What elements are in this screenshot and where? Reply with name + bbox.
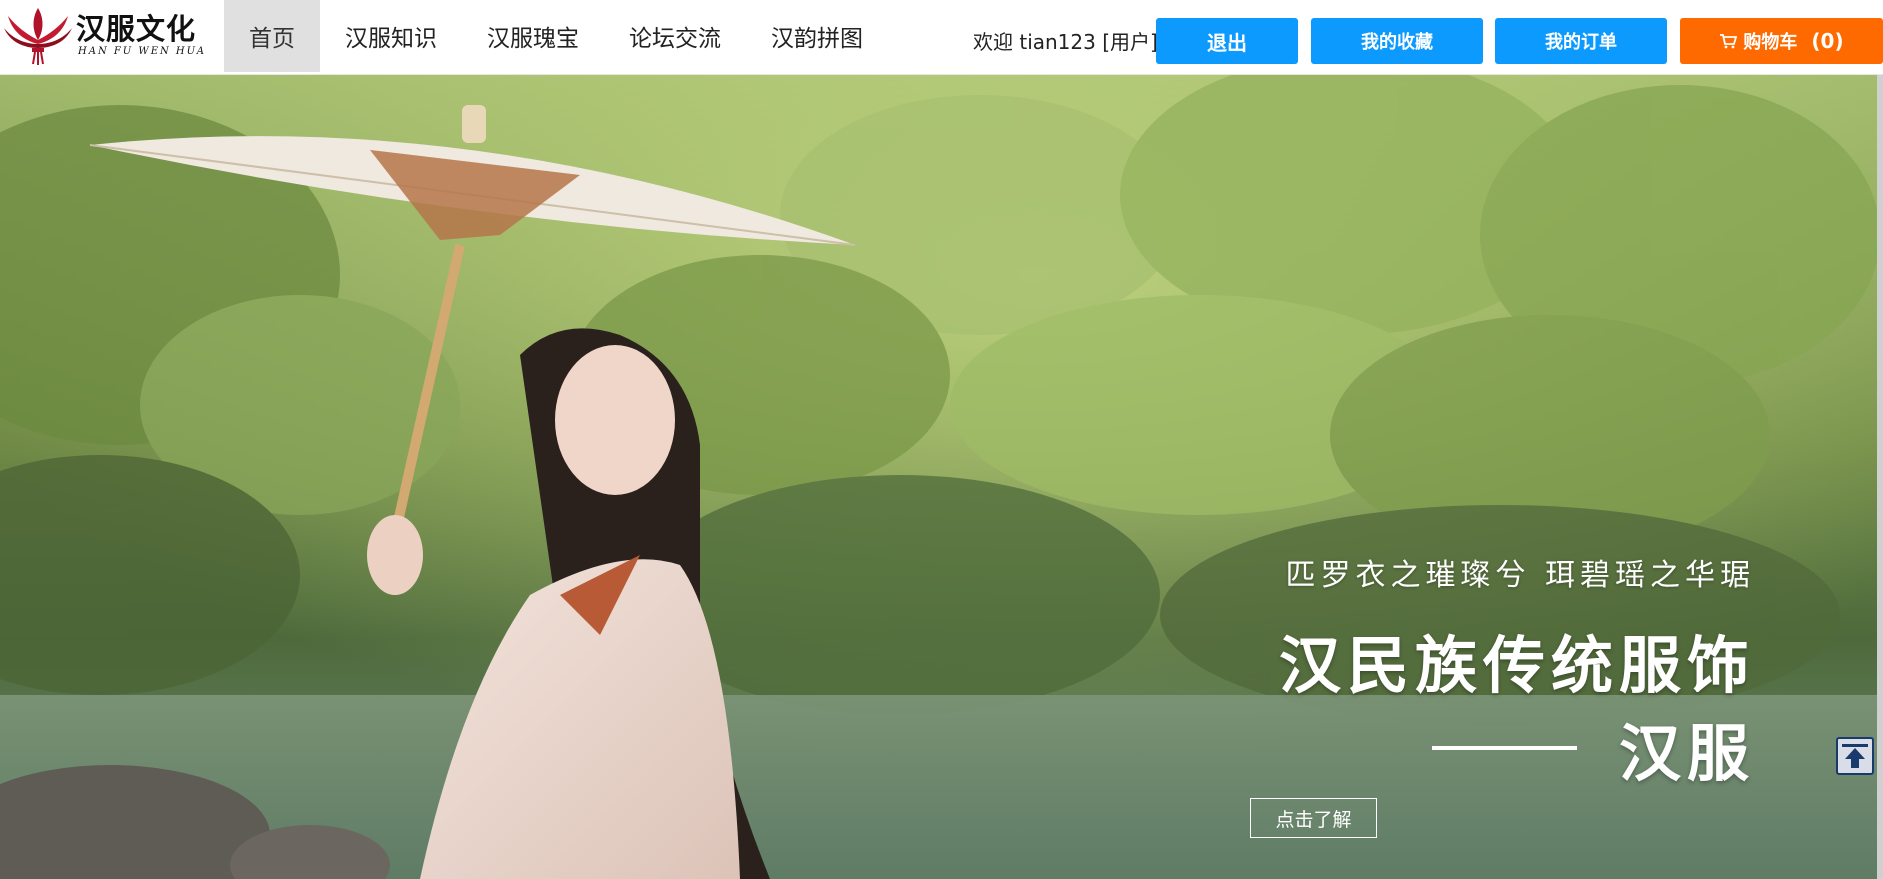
nav-item-hanfu-knowledge[interactable]: 汉服知识 — [320, 0, 462, 72]
logo-subtitle: HAN FU WEN HUA — [78, 46, 206, 57]
nav-item-home[interactable]: 首页 — [224, 0, 320, 72]
hero-poem: 匹罗衣之璀璨兮 珥碧瑶之华琚 — [1285, 558, 1755, 593]
cart-icon — [1720, 34, 1738, 49]
cart-count: (0) — [1811, 29, 1844, 53]
hero-banner: 匹罗衣之璀璨兮 珥碧瑶之华琚 汉民族传统服饰 汉服 点击了解 — [0, 75, 1883, 879]
scrollbar[interactable] — [1877, 75, 1883, 879]
main-nav: 首页 汉服知识 汉服瑰宝 论坛交流 汉韵拼图 — [224, 0, 888, 72]
favorites-button[interactable]: 我的收藏 — [1311, 18, 1483, 64]
logo-title: 汉服文化 — [76, 12, 197, 46]
arrow-up-icon — [1842, 744, 1868, 768]
welcome-text: 欢迎 tian123 [用户] — [973, 30, 1158, 54]
nav-item-hanfu-treasures[interactable]: 汉服瑰宝 — [462, 0, 604, 72]
back-to-top-button[interactable] — [1836, 737, 1874, 775]
hero-title-line1: 汉民族传统服饰 — [1278, 629, 1755, 702]
nav-item-forum[interactable]: 论坛交流 — [604, 0, 746, 72]
hero-title-line2: 汉服 — [1618, 717, 1755, 790]
cart-label: 购物车 — [1743, 32, 1798, 53]
orders-button[interactable]: 我的订单 — [1495, 18, 1667, 64]
learn-more-button[interactable]: 点击了解 — [1250, 798, 1377, 838]
cart-button[interactable]: 购物车 (0) — [1680, 18, 1883, 64]
nav-item-puzzle[interactable]: 汉韵拼图 — [746, 0, 888, 72]
logout-button[interactable]: 退出 — [1156, 18, 1298, 64]
site-logo[interactable]: 汉服文化 HAN FU WEN HUA — [2, 4, 204, 65]
title-dash-line — [1431, 746, 1577, 750]
hero-title-line2-wrap: 汉服 — [1431, 703, 1755, 793]
lotus-logo-icon — [4, 8, 72, 65]
top-navbar: 汉服文化 HAN FU WEN HUA 首页 汉服知识 汉服瑰宝 论坛交流 汉韵… — [0, 0, 1883, 75]
